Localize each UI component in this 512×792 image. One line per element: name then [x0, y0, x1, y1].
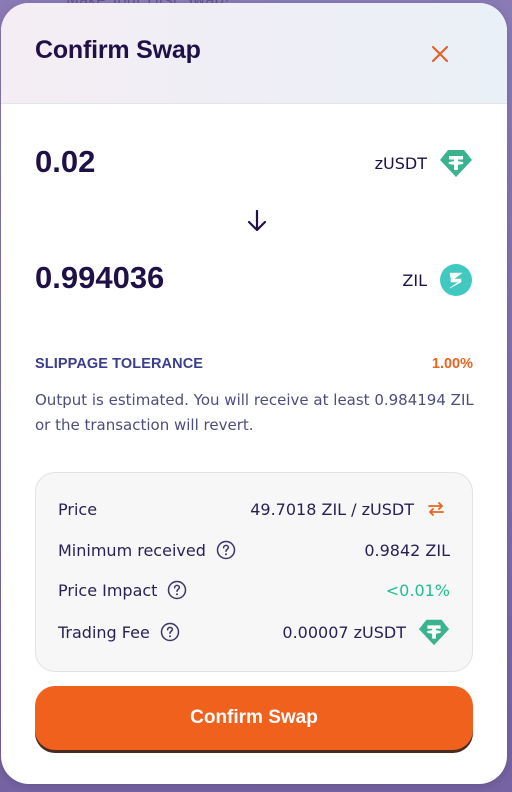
input-amount: 0.02 [35, 144, 96, 179]
price-impact-row: Price Impact <0.01% [58, 578, 450, 602]
modal-header: Confirm Swap [1, 3, 507, 104]
price-label: Price [58, 499, 98, 519]
close-button[interactable] [425, 39, 455, 69]
slippage-note: Output is estimated. You will receive at… [35, 391, 474, 434]
input-token-symbol: zUSDT [374, 153, 427, 173]
minimum-received-row: Minimum received 0.9842 ZIL [58, 538, 450, 562]
minimum-received-label: Minimum received [58, 540, 206, 560]
confirm-swap-modal: Confirm Swap 0.02 zUSDT 0.994036 ZIL SLI… [1, 3, 507, 784]
output-token: ZIL [402, 263, 473, 297]
slippage-value: 1.00% [431, 356, 473, 372]
price-impact-value: <0.01% [385, 580, 450, 600]
minimum-received-value: 0.9842 ZIL [364, 540, 450, 560]
trading-fee-row: Trading Fee 0.00007 zUSDT [58, 619, 450, 646]
input-token: zUSDT [375, 146, 473, 180]
slippage-label: SLIPPAGE TOLERANCE [35, 356, 204, 372]
arrow-down-icon [247, 209, 267, 232]
trading-fee-label: Trading Fee [58, 622, 150, 642]
price-value: 49.7018 ZIL / zUSDT [250, 499, 414, 519]
output-amount: 0.994036 [35, 260, 165, 295]
help-icon[interactable] [216, 540, 236, 560]
price-impact-label: Price Impact [58, 580, 158, 600]
help-icon[interactable] [167, 580, 187, 600]
zilliqa-icon [440, 264, 472, 296]
tether-icon [440, 150, 472, 177]
swap-details-card: Price 49.7018 ZIL / zUSDT Minimum receiv… [35, 472, 473, 672]
price-row: Price 49.7018 ZIL / zUSDT [58, 497, 450, 521]
modal-title: Confirm Swap [35, 36, 201, 64]
swap-arrows-icon[interactable] [426, 499, 446, 519]
help-icon[interactable] [160, 622, 180, 642]
close-icon [431, 45, 449, 63]
trading-fee-value: 0.00007 zUSDT [282, 622, 406, 642]
tether-icon [418, 619, 450, 646]
output-token-symbol: ZIL [402, 270, 427, 290]
confirm-swap-button[interactable]: Confirm Swap [35, 686, 473, 750]
